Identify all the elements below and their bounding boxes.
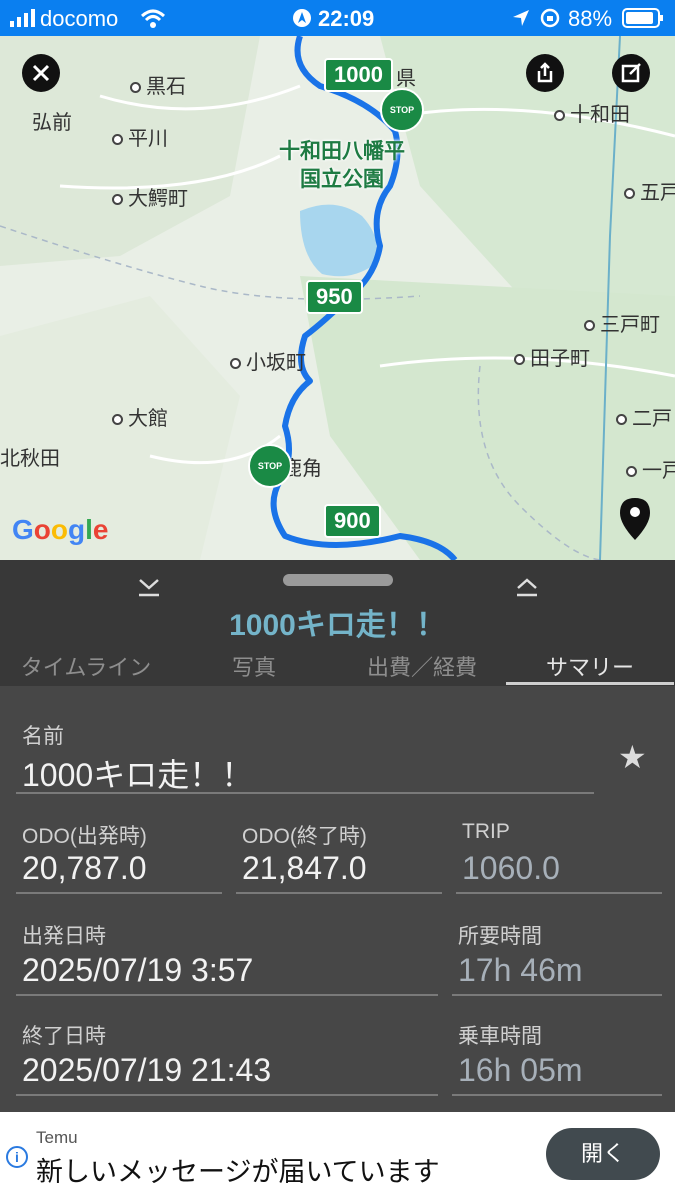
chevron-down-icon[interactable] (136, 574, 162, 598)
ad-brand: Temu (36, 1128, 78, 1147)
star-icon[interactable]: ★ (618, 738, 647, 776)
battery-icon (622, 8, 663, 28)
name-field[interactable]: 1000キロ走！！ (22, 750, 253, 796)
duration-underline (452, 994, 662, 996)
odo-start-underline (16, 892, 222, 894)
map-label: 大館 (112, 402, 168, 431)
tab-summary[interactable]: サマリー (506, 650, 674, 682)
tab-timeline[interactable]: タイムライン (2, 650, 170, 682)
odo-end-label: ODO(終了時) (242, 825, 367, 848)
google-logo: Google (12, 514, 109, 545)
ad-message: 新しいメッセージが届いています (36, 1157, 440, 1187)
location-arrow-icon (513, 10, 529, 26)
share-icon (537, 62, 553, 83)
clock: 22:09 (318, 6, 375, 31)
map-label: 一戸町 (626, 454, 675, 483)
battery-percent: 88% (568, 6, 613, 31)
location-pin-icon[interactable] (618, 496, 652, 542)
trip-underline (456, 892, 662, 894)
rotation-lock-icon (540, 8, 560, 28)
active-tab-indicator (506, 682, 674, 685)
map-label: 小坂町 (230, 346, 306, 375)
ad-open-button[interactable]: 開く (546, 1128, 660, 1180)
route-map[interactable]: 黒石 弘前 平川 大鰐町 十和田 五戸 三戸町 田子町 小坂町 大館 二戸 北秋… (0, 36, 675, 560)
ride-value: 16h 05m (458, 1052, 583, 1088)
stop-marker[interactable]: STOP (380, 88, 424, 132)
map-label: 二戸 (616, 402, 672, 431)
trip-title: 1000キロ走！！ (229, 609, 446, 642)
odo-start-label: ODO(出発時) (22, 825, 147, 848)
park-name: 十和田八幡平 国立公園 (279, 140, 405, 191)
km-marker: 1000 (324, 58, 393, 92)
end-field[interactable]: 2025/07/19 21:43 (22, 1052, 271, 1089)
stop-marker[interactable]: STOP (248, 444, 292, 488)
km-marker: 900 (324, 504, 381, 538)
map-label: 県 (396, 68, 416, 90)
name-label: 名前 (22, 725, 64, 748)
depart-field[interactable]: 2025/07/19 3:57 (22, 952, 253, 989)
trip-label: TRIP (462, 820, 510, 843)
carrier-name: docomo (40, 6, 119, 31)
close-button[interactable] (22, 54, 60, 92)
map-label: 田子町 (514, 342, 590, 371)
close-icon (32, 64, 50, 82)
end-underline (16, 1094, 438, 1096)
edit-icon (621, 63, 641, 83)
wifi-icon (140, 9, 166, 28)
map-label: 十和田 (554, 98, 630, 127)
depart-label: 出発日時 (22, 925, 106, 948)
chevron-up-icon[interactable] (514, 574, 540, 598)
odo-end-field[interactable]: 21,847.0 (242, 850, 367, 887)
map-label: 平川 (112, 122, 168, 151)
tab-expenses[interactable]: 出費／経費 (338, 650, 506, 682)
duration-label: 所要時間 (458, 925, 542, 948)
drag-handle[interactable] (283, 574, 393, 586)
map-label: 北秋田 (0, 448, 60, 470)
share-button[interactable] (526, 54, 564, 92)
ride-underline (452, 1094, 662, 1096)
map-label: 大鰐町 (112, 182, 188, 211)
trip-value: 1060.0 (462, 850, 560, 886)
depart-underline (16, 994, 438, 996)
map-label: 黒石 (130, 70, 186, 99)
odo-end-underline (236, 892, 442, 894)
end-label: 終了日時 (22, 1025, 106, 1048)
ride-label: 乗車時間 (458, 1025, 542, 1048)
duration-value: 17h 46m (458, 952, 583, 988)
status-bar: docomo 22:09 88% (0, 0, 675, 36)
map-label: 弘前 (32, 112, 72, 134)
edit-button[interactable] (612, 54, 650, 92)
map-label: 三戸町 (584, 308, 660, 337)
km-marker: 950 (306, 280, 363, 314)
info-icon[interactable]: i (6, 1146, 28, 1168)
tab-photos[interactable]: 写真 (170, 650, 338, 682)
name-underline (16, 792, 594, 794)
navigation-icon (293, 9, 311, 27)
odo-start-field[interactable]: 20,787.0 (22, 850, 147, 887)
signal-icon (10, 9, 35, 27)
map-label: 五戸 (624, 176, 675, 205)
